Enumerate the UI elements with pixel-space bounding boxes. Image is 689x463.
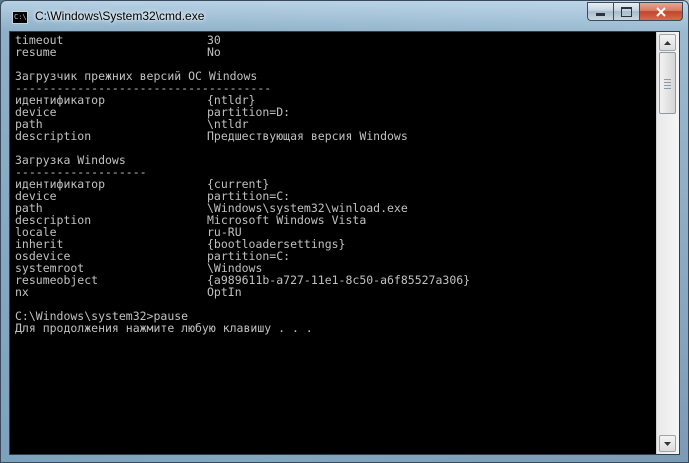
cmd-window: C:\ C:\Windows\System32\cmd.exe timeout 3…	[0, 0, 689, 463]
console-line: description Предшествующая версия Windows	[15, 130, 656, 142]
console-line: timeout 30	[15, 34, 656, 46]
console-line: description Microsoft Windows Vista	[15, 214, 656, 226]
grip-icon	[664, 79, 671, 91]
console-output[interactable]: timeout 30 resume No Загрузчик прежних верси…	[10, 32, 656, 454]
console-line: osdevice partition=C:	[15, 250, 656, 262]
maximize-button[interactable]	[613, 2, 639, 21]
window-controls	[587, 2, 683, 21]
window-title: C:\Windows\System32\cmd.exe	[35, 9, 205, 23]
maximize-icon	[621, 6, 632, 17]
vertical-scrollbar[interactable]	[656, 32, 679, 454]
minimize-icon	[596, 13, 605, 16]
console-key: device	[15, 105, 57, 119]
console-value: Предшествующая версия Windows	[207, 129, 408, 143]
console-line: -------------------	[15, 165, 147, 179]
console-line: resumeobject {a989611b-a727-11e1-8c50-a6f…	[15, 274, 656, 286]
console-key: nx	[15, 285, 29, 299]
console-line: device partition=D:	[15, 106, 656, 118]
console-line: resume No	[15, 46, 656, 58]
cmd-icon[interactable]: C:\	[12, 11, 28, 24]
console-line: идентификатор {ntldr}	[15, 94, 656, 106]
console-key: description	[15, 129, 92, 143]
console-line: -------------------------------------	[15, 81, 272, 95]
console-value: OptIn	[207, 285, 242, 299]
scroll-up-icon	[664, 40, 671, 45]
console-key: device	[15, 189, 57, 203]
minimize-button[interactable]	[587, 2, 613, 21]
console-key: resumeobject	[15, 273, 99, 287]
console-line: идентификатор {current}	[15, 178, 656, 190]
console-area[interactable]: timeout 30 resume No Загрузчик прежних верси…	[9, 31, 680, 455]
console-line: Для продолжения нажмите любую клавишу . …	[15, 321, 313, 335]
close-icon	[656, 6, 666, 17]
console-line: nx OptIn	[15, 286, 656, 298]
scroll-down-icon	[664, 441, 671, 446]
close-button[interactable]	[639, 2, 683, 21]
scroll-up-button[interactable]	[659, 34, 676, 51]
scroll-down-button[interactable]	[659, 435, 676, 452]
console-key: resume	[15, 45, 57, 59]
console-line: inherit {bootloadersettings}	[15, 238, 656, 250]
console-value: {a989611b-a727-11e1-8c50-a6f85527a306}	[207, 273, 471, 287]
title-bar[interactable]: C:\ C:\Windows\System32\cmd.exe	[1, 1, 688, 31]
console-value: No	[207, 45, 221, 59]
scrollbar-thumb[interactable]	[659, 52, 676, 114]
